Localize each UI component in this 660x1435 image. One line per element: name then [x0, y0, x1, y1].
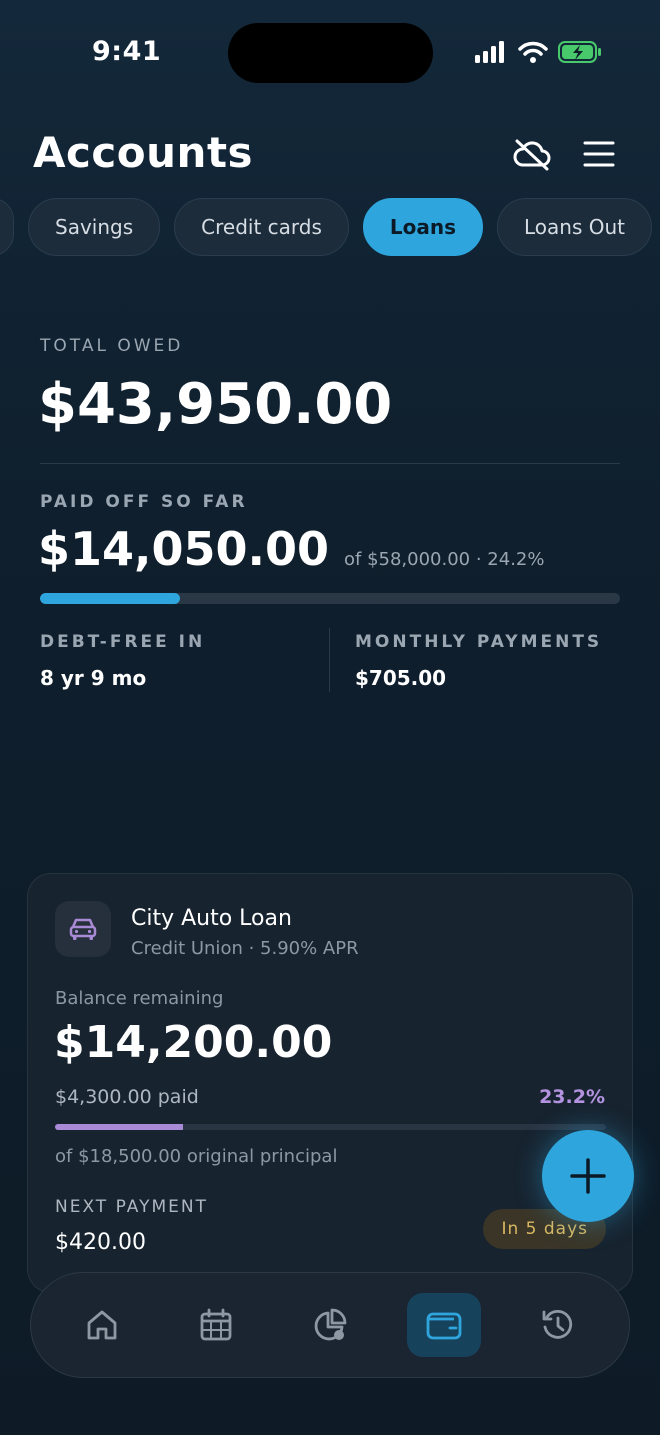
original-principal: of $18,500.00 original principal	[55, 1146, 338, 1167]
tab-partial[interactable]	[0, 198, 14, 256]
page-title: Accounts	[33, 128, 254, 177]
home-icon	[87, 1310, 117, 1340]
stats-divider	[329, 628, 330, 692]
debt-free-value: 8 yr 9 mo	[40, 666, 147, 690]
paid-off-progress-bar	[40, 593, 620, 604]
summary-divider	[40, 463, 620, 464]
nav-history[interactable]	[521, 1293, 595, 1357]
loan-card[interactable]: City Auto Loan Credit Union · 5.90% APR …	[27, 873, 633, 1293]
history-icon	[542, 1309, 573, 1339]
loan-name: City Auto Loan	[131, 906, 292, 931]
nav-home[interactable]	[65, 1293, 139, 1357]
total-owed-label: TOTAL OWED	[40, 336, 184, 356]
tab-savings[interactable]: Savings	[28, 198, 161, 256]
wallet-icon	[426, 1312, 462, 1340]
tab-loans-out[interactable]: Loans Out	[497, 198, 653, 256]
balance-label: Balance remaining	[55, 988, 224, 1009]
tab-credit-cards[interactable]: Credit cards	[174, 198, 349, 256]
bottom-nav	[30, 1272, 630, 1378]
account-type-tabs: Savings Credit cards Loans Loans Out	[0, 198, 653, 256]
pie-chart-icon	[314, 1308, 347, 1341]
status-time: 9:41	[92, 36, 162, 67]
nav-reports[interactable]	[293, 1293, 367, 1357]
paid-off-meta: of $58,000.00 · 24.2%	[344, 549, 545, 570]
loan-subtitle: Credit Union · 5.90% APR	[131, 938, 359, 959]
loan-paid-amount: $4,300.00 paid	[55, 1086, 199, 1108]
loan-progress-bar	[55, 1124, 606, 1130]
hamburger-menu-icon	[583, 141, 615, 167]
wifi-icon	[518, 41, 548, 63]
menu-button[interactable]	[579, 134, 619, 174]
cloud-off-icon	[513, 139, 551, 171]
status-icons	[474, 40, 602, 64]
plus-icon	[570, 1158, 606, 1194]
accounts-screen: 9:41 Accounts Savings Credit cards Loans…	[0, 0, 660, 1435]
total-owed-value: $43,950.00	[38, 372, 393, 437]
add-button[interactable]	[542, 1130, 634, 1222]
next-payment-value: $420.00	[55, 1230, 146, 1255]
calendar-icon	[200, 1308, 232, 1341]
balance-value: $14,200.00	[54, 1017, 333, 1068]
nav-calendar[interactable]	[179, 1293, 253, 1357]
signal-icon	[475, 41, 504, 63]
monthly-payments-label: MONTHLY PAYMENTS	[355, 632, 603, 652]
debt-free-label: DEBT-FREE IN	[40, 632, 206, 652]
monthly-payments-value: $705.00	[355, 666, 447, 690]
battery-charging-icon	[558, 41, 601, 63]
nav-accounts[interactable]	[407, 1293, 481, 1357]
paid-off-progress-fill	[40, 593, 181, 604]
loan-paid-percent: 23.2%	[539, 1086, 605, 1108]
car-icon-tile	[55, 901, 111, 957]
dynamic-island	[228, 23, 433, 83]
next-payment-label: NEXT PAYMENT	[55, 1197, 208, 1217]
tab-loans[interactable]: Loans	[362, 198, 484, 256]
cloud-sync-button[interactable]	[512, 134, 552, 174]
car-icon	[69, 918, 97, 940]
paid-off-label: PAID OFF SO FAR	[40, 492, 248, 512]
paid-off-value: $14,050.00	[38, 522, 330, 576]
loan-progress-fill	[55, 1124, 183, 1130]
